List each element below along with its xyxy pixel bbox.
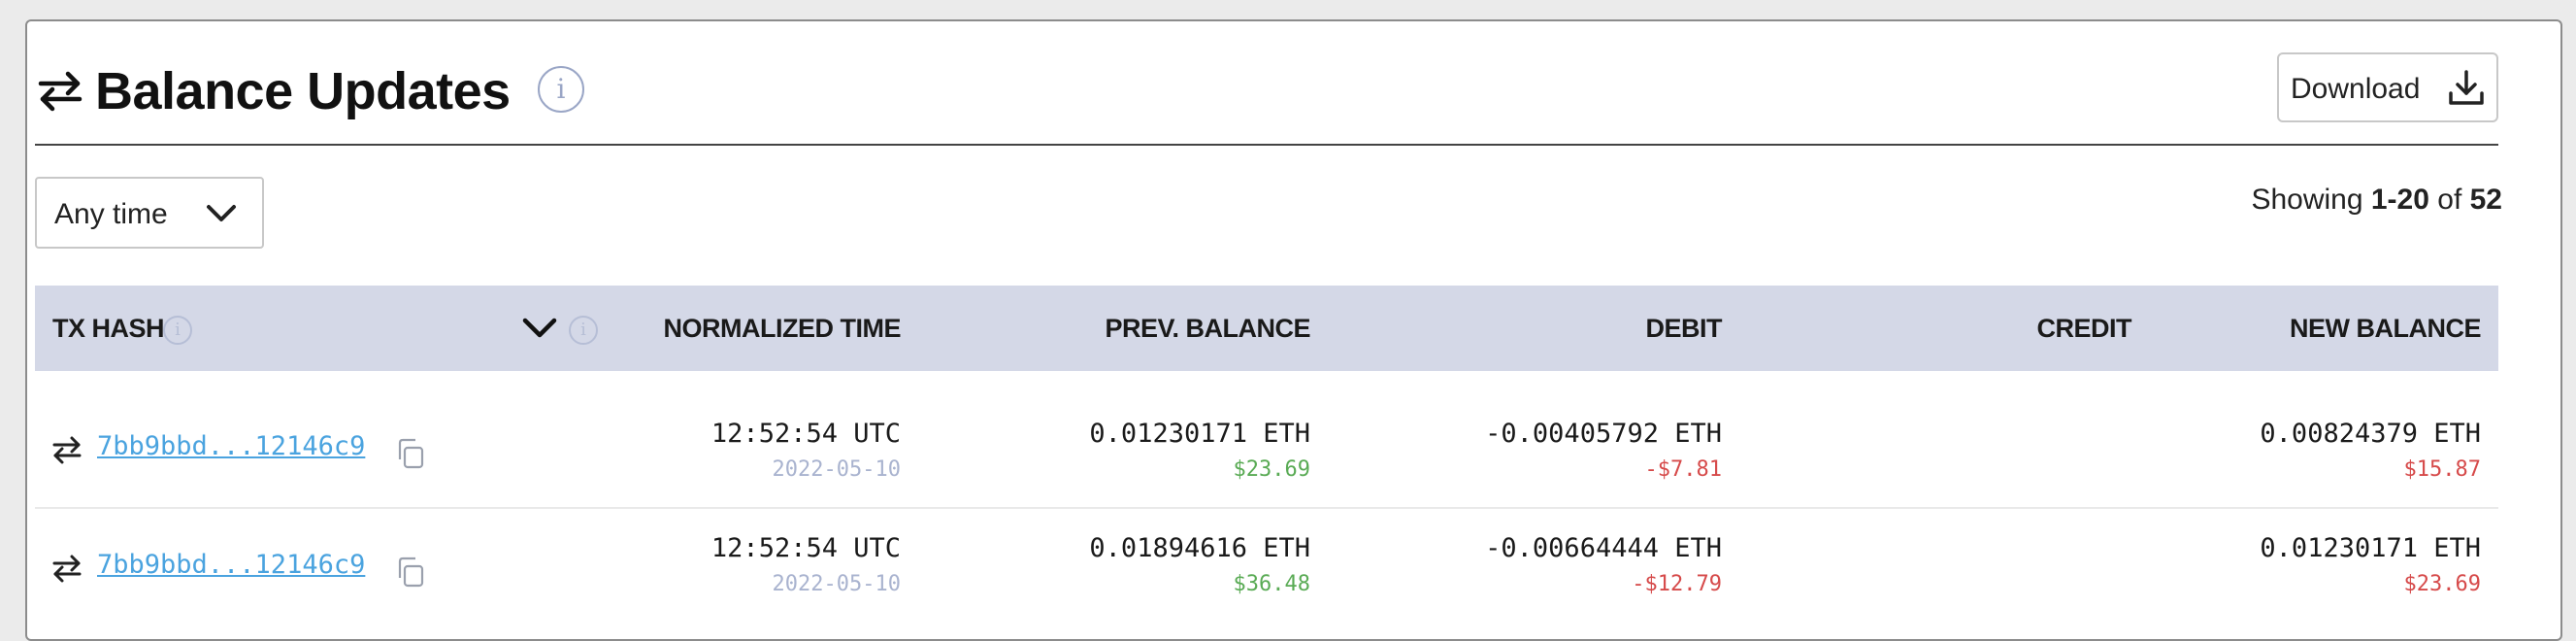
new-balance-usd: $23.69 xyxy=(2403,572,2481,596)
info-icon[interactable]: i xyxy=(569,316,598,345)
new-balance-usd: $15.87 xyxy=(2403,457,2481,482)
new-balance: 0.00824379 ETH xyxy=(2260,419,2481,449)
tx-hash-link[interactable]: 7bb9bbd...12146c9 xyxy=(97,429,365,464)
card-header: Balance Updates i Download xyxy=(35,39,2498,146)
transfer-arrows-icon xyxy=(38,71,83,112)
table-row[interactable]: 7bb9bbd...12146c9 12:52:54 UTC 2022-05-1… xyxy=(35,509,2498,625)
copy-icon[interactable] xyxy=(394,556,427,589)
download-icon xyxy=(2449,70,2484,105)
column-header-tx-hash: TX HASH xyxy=(52,314,165,343)
tx-hash-link[interactable]: 7bb9bbd...12146c9 xyxy=(97,548,365,583)
transfer-arrows-icon xyxy=(52,555,82,583)
prev-balance-usd: $36.48 xyxy=(1233,572,1310,596)
column-header-prev-balance: PREV. BALANCE xyxy=(1105,314,1310,343)
transfer-arrows-icon xyxy=(52,436,82,464)
debit-usd: -$7.81 xyxy=(1644,457,1722,482)
column-header-normalized-time: NORMALIZED TIME xyxy=(663,314,902,343)
time-filter-dropdown[interactable]: Any time xyxy=(35,177,264,249)
pagination-summary: Showing 1-20 of 52 xyxy=(2251,184,2502,216)
debit-usd: -$12.79 xyxy=(1632,572,1722,596)
page-title: Balance Updates xyxy=(95,62,511,120)
debit: -0.00664444 ETH xyxy=(1485,533,1722,563)
pagination-total: 52 xyxy=(2469,184,2502,216)
chevron-down-icon xyxy=(207,205,236,221)
copy-icon[interactable] xyxy=(394,437,427,470)
table-row[interactable]: 7bb9bbd...12146c9 12:52:54 UTC 2022-05-1… xyxy=(35,390,2498,509)
time-filter-label: Any time xyxy=(54,198,168,230)
info-icon[interactable]: i xyxy=(538,66,584,113)
normalized-time: 12:52:54 UTC xyxy=(710,533,901,563)
download-button-label: Download xyxy=(2291,73,2421,105)
debit: -0.00405792 ETH xyxy=(1485,419,1722,449)
prev-balance-usd: $23.69 xyxy=(1233,457,1310,482)
column-header-debit: DEBIT xyxy=(1645,314,1723,343)
normalized-time: 12:52:54 UTC xyxy=(710,419,901,449)
normalized-date: 2022-05-10 xyxy=(772,457,901,482)
column-header-new-balance: NEW BALANCE xyxy=(2290,314,2482,343)
normalized-date: 2022-05-10 xyxy=(772,572,901,596)
table-header: TX HASH i i NORMALIZED TIME PREV. BALANC… xyxy=(35,286,2498,371)
column-header-credit: CREDIT xyxy=(2036,314,2132,343)
prev-balance: 0.01894616 ETH xyxy=(1089,533,1310,563)
info-icon[interactable]: i xyxy=(163,316,192,345)
pagination-range: 1-20 xyxy=(2370,184,2429,216)
new-balance: 0.01230171 ETH xyxy=(2260,533,2481,563)
chevron-down-icon[interactable] xyxy=(522,317,557,340)
prev-balance: 0.01230171 ETH xyxy=(1089,419,1310,449)
download-button[interactable]: Download xyxy=(2277,52,2498,122)
